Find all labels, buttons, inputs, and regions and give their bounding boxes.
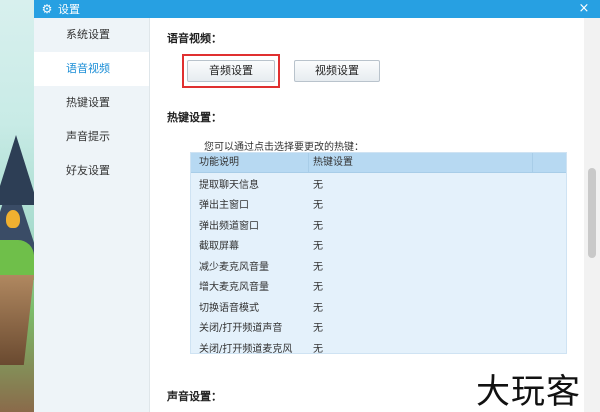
sound-settings-title: 声音设置： [167,390,222,403]
gear-icon: ⚙ [41,2,53,16]
audio-settings-button[interactable]: 音频设置 [187,60,275,82]
watermark-logo: 大玩客 [476,372,581,412]
sidebar-item-friends[interactable]: 好友设置 [34,154,149,188]
grass-shape [0,240,34,280]
column-header-function: 功能说明 [191,152,309,173]
column-header-spacer [533,153,566,173]
table-row[interactable]: 关闭/打开频道声音 无 [191,317,566,338]
mascot-icon [6,210,20,228]
hotkeys-hint: 您可以通过点击选择要更改的热键： [204,142,364,153]
row-hotkey[interactable]: 无 [309,340,533,355]
row-hotkey[interactable]: 无 [309,237,533,252]
vertical-scrollbar[interactable] [584,18,600,412]
settings-content: 语音视频： 音频设置 视频设置 热键设置： 您可以通过点击选择要更改的热键： 功… [151,18,581,412]
table-row[interactable]: 增大麦克风音量 无 [191,276,566,297]
rock-shape [0,275,34,365]
row-function: 关闭/打开频道麦克风 [199,343,293,355]
row-hotkey[interactable]: 无 [309,217,533,232]
video-settings-button[interactable]: 视频设置 [294,60,380,82]
close-icon[interactable]: × [576,1,592,16]
table-row[interactable]: 切换语音模式 无 [191,296,566,317]
sidebar-item-sound-alerts[interactable]: 声音提示 [34,120,149,154]
table-row[interactable]: 弹出频道窗口 无 [191,214,566,235]
title-bar: ⚙ 设置 × [34,0,600,18]
row-function: 弹出频道窗口 [199,220,259,232]
row-hotkey[interactable]: 无 [309,258,533,273]
row-function: 减少麦克风音量 [199,261,269,273]
settings-sidebar: 系统设置 语音视频 热键设置 声音提示 好友设置 [34,18,150,412]
hotkeys-table: 功能说明 热键设置 提取聊天信息 无 弹出主窗口 无 弹出频道窗口 无 截取屏幕… [190,152,567,355]
row-function: 切换语音模式 [199,302,259,314]
row-function: 增大麦克风音量 [199,282,269,294]
hotkeys-title: 热键设置： [167,111,222,124]
sidebar-item-hotkeys[interactable]: 热键设置 [34,86,149,120]
column-header-hotkey: 热键设置 [309,152,533,173]
table-header: 功能说明 热键设置 [191,152,566,173]
sidebar-item-voice-video[interactable]: 语音视频 [34,52,149,86]
row-hotkey[interactable]: 无 [309,176,533,191]
row-hotkey[interactable]: 无 [309,196,533,211]
table-row[interactable]: 截取屏幕 无 [191,235,566,256]
sidebar-item-system[interactable]: 系统设置 [34,18,149,52]
table-row[interactable]: 弹出主窗口 无 [191,194,566,215]
table-row[interactable]: 提取聊天信息 无 [191,173,566,194]
voice-video-title: 语音视频： [167,32,222,45]
table-row[interactable]: 关闭/打开频道麦克风 无 [191,337,566,358]
row-hotkey[interactable]: 无 [309,319,533,334]
row-function: 弹出主窗口 [199,200,249,212]
row-hotkey[interactable]: 无 [309,299,533,314]
row-function: 提取聊天信息 [199,179,259,191]
row-hotkey[interactable]: 无 [309,278,533,293]
tree-shape [0,135,34,205]
row-function: 截取屏幕 [199,241,239,253]
window-title: 设置 [58,3,80,16]
background-scenery [0,0,34,412]
table-row[interactable]: 减少麦克风音量 无 [191,255,566,276]
scrollbar-thumb[interactable] [588,168,596,258]
row-function: 关闭/打开频道声音 [199,323,283,335]
